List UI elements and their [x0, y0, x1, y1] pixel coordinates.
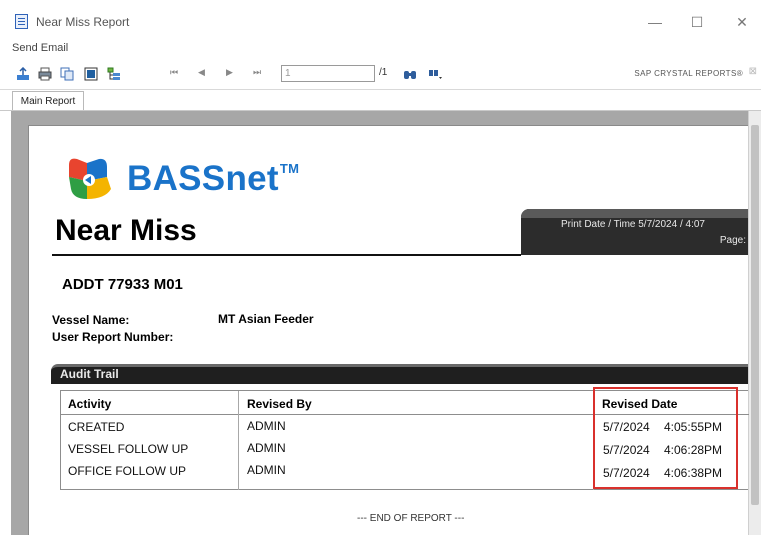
last-page-icon[interactable]: ⏭ [253, 67, 261, 78]
previous-page-icon[interactable]: ◀ [198, 67, 205, 78]
search-icon[interactable] [403, 67, 417, 81]
table-cell-revised-by: ADMIN [247, 463, 286, 477]
vessel-name-value: MT Asian Feeder [218, 312, 314, 326]
print-date-time: Print Date / Time 5/7/2024 / 4:07 [561, 219, 705, 230]
page-total: /1 [379, 67, 388, 78]
column-header-revised-by: Revised By [247, 397, 312, 411]
audit-trail-title: Audit Trail [60, 367, 119, 381]
menu-bar: Send Email [0, 40, 761, 58]
close-button[interactable]: ✕ [728, 10, 756, 34]
vertical-scrollbar[interactable] [748, 111, 761, 535]
print-info-box: Print Date / Time 5/7/2024 / 4:07 Page: [521, 209, 748, 255]
scrollbar-thumb[interactable] [751, 125, 759, 505]
header-divider [52, 254, 521, 256]
export-icon[interactable] [16, 67, 30, 81]
bassnet-wordmark-text: BASSnet [127, 159, 279, 198]
crystal-reports-brand: SAP CRYSTAL REPORTS® [634, 69, 743, 78]
column-divider [238, 391, 239, 490]
maximize-button[interactable]: ☐ [683, 10, 711, 34]
parameter-icon[interactable] [107, 67, 121, 81]
tab-main-report[interactable]: Main Report [12, 91, 84, 111]
end-of-report: --- END OF REPORT --- [357, 513, 465, 524]
vessel-name-label: Vessel Name: [52, 313, 130, 327]
table-cell-revised-by: ADMIN [247, 419, 286, 433]
page-label: Page: [719, 235, 746, 246]
print-icon[interactable] [38, 67, 52, 81]
report-title: Near Miss [55, 214, 197, 247]
revised-date-highlight [593, 387, 738, 489]
table-cell-activity: OFFICE FOLLOW UP [68, 464, 187, 478]
audit-trail-header: Audit Trail [51, 364, 748, 384]
next-page-icon[interactable]: ▶ [226, 67, 233, 78]
vessel-code: ADDT 77933 M01 [62, 276, 183, 293]
first-page-icon[interactable]: ⏮ [170, 67, 178, 78]
zoom-icon[interactable] [428, 67, 442, 81]
send-email-menu-item[interactable]: Send Email [12, 42, 68, 54]
table-cell-revised-by: ADMIN [247, 441, 286, 455]
column-header-activity: Activity [68, 397, 112, 411]
user-report-number-label: User Report Number: [52, 330, 174, 344]
bassnet-logo-icon [69, 158, 111, 199]
minimize-button[interactable]: — [641, 10, 669, 34]
title-bar: Near Miss Report — ☐ ✕ [0, 0, 761, 40]
report-document-icon [15, 14, 28, 29]
bassnet-wordmark: BASSnetTM [127, 159, 299, 199]
close-viewer-icon[interactable]: ⊠ [749, 66, 757, 77]
trademark-symbol: TM [279, 161, 300, 176]
group-tree-icon[interactable] [84, 67, 98, 81]
table-cell-activity: VESSEL FOLLOW UP [68, 442, 189, 456]
table-cell-activity: CREATED [68, 420, 125, 434]
page-number-input[interactable]: 1 [281, 65, 375, 82]
window-title: Near Miss Report [36, 15, 130, 29]
report-toolbar: ⏮ ◀ ▶ ⏭ 1 /1 SAP CRYSTAL REPORTS® ⊠ [0, 58, 761, 90]
copy-icon[interactable] [60, 67, 74, 81]
